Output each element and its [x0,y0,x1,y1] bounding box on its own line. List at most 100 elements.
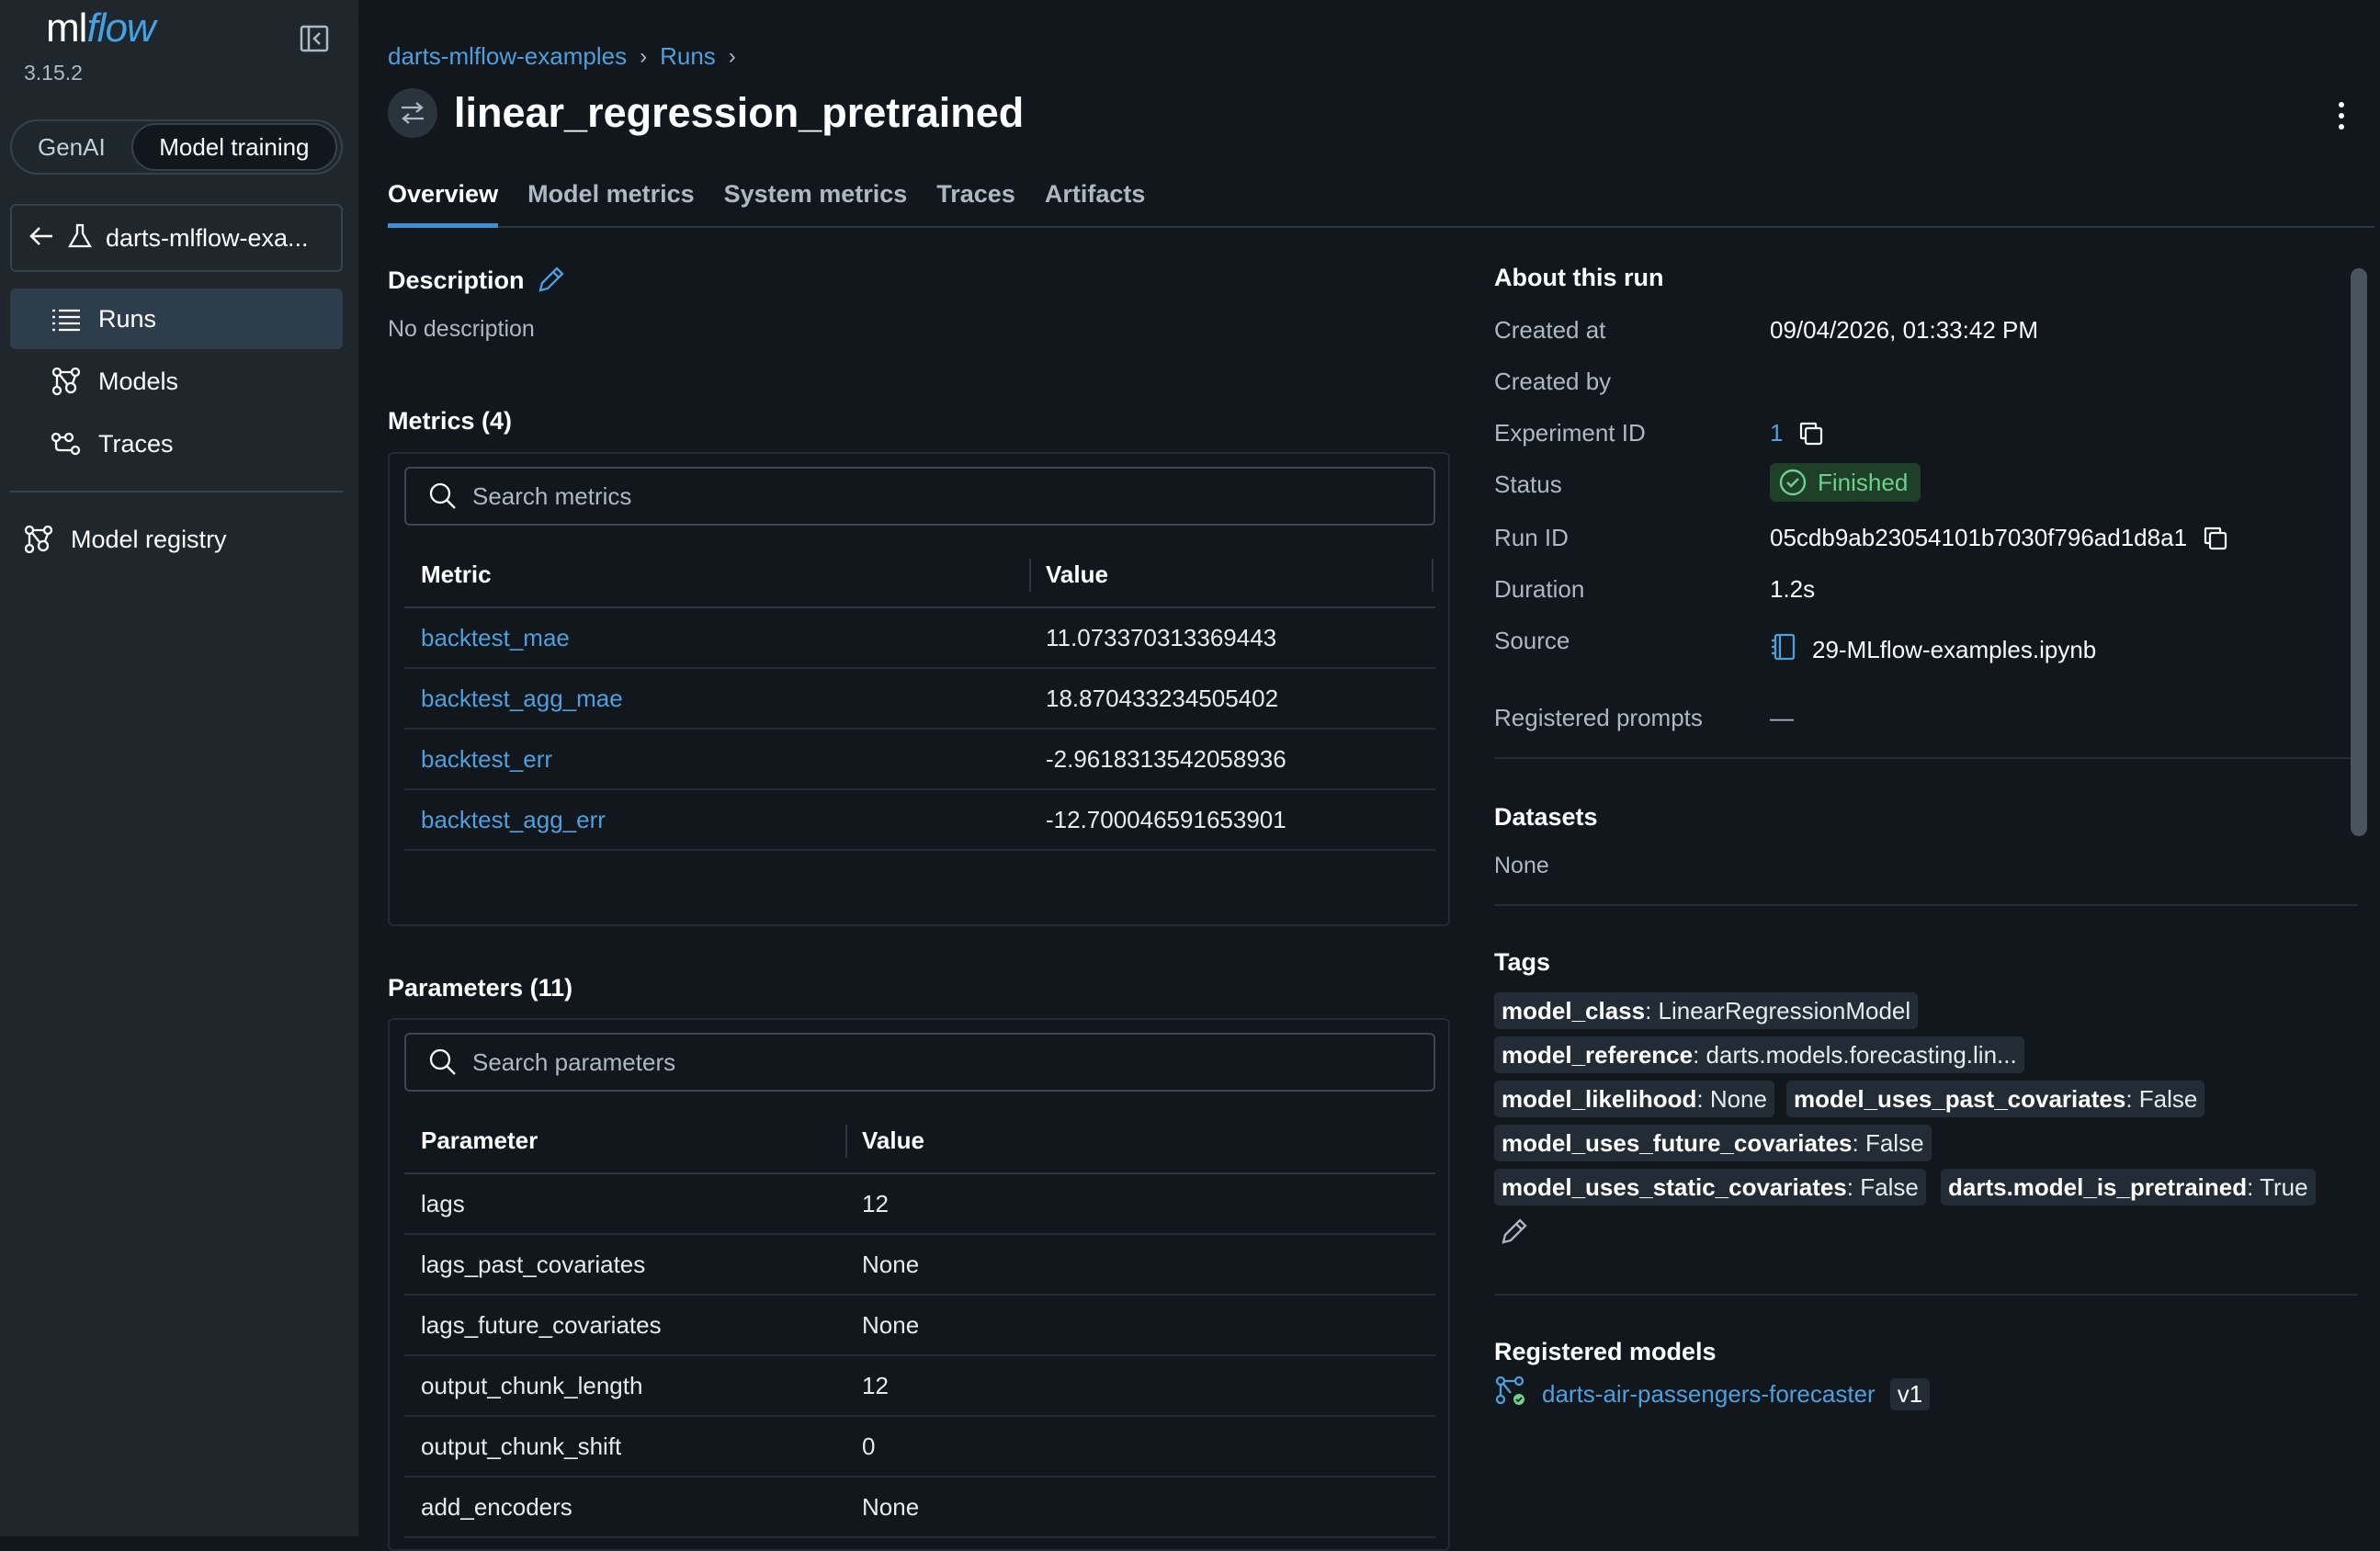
table-row: add_encoders None [404,1477,1435,1538]
section-divider [1494,904,2358,906]
column-divider[interactable] [1029,559,1031,592]
tab-artifacts[interactable]: Artifacts [1045,180,1146,228]
page-title: linear_regression_pretrained [454,89,1025,136]
collapse-sidebar-icon[interactable] [298,22,331,55]
metrics-table-header: Metric Value [404,542,1435,608]
created-at-value: 09/04/2026, 01:33:42 PM [1770,316,2039,344]
mlflow-logo[interactable]: mlflow [46,6,156,51]
nav-item-traces[interactable]: Traces [10,413,343,474]
chevron-right-icon: › [640,43,648,69]
tag-value: : LinearRegressionModel [1645,996,1911,1025]
tag-value: : False [1846,1172,1919,1201]
tag-chip[interactable]: darts.model_is_pretrained: True [1941,1169,2316,1206]
column-divider[interactable] [1432,559,1434,592]
title-row: linear_regression_pretrained [388,88,1024,138]
experiment-id-link[interactable]: 1 [1770,419,1783,447]
nav-item-runs[interactable]: Runs [10,289,343,349]
metric-value: -12.700046591653901 [1046,805,1286,833]
section-divider [1494,757,2358,759]
run-id-row: 05cdb9ab23054101b7030f796ad1d8a1 [1770,524,2229,552]
created-at-label: Created at [1494,316,1606,344]
registered-model-link[interactable]: darts-air-passengers-forecaster [1542,1380,1876,1409]
tag-chip[interactable]: model_class: LinearRegressionModel [1494,992,1919,1029]
column-header-value[interactable]: Value [845,1126,1435,1155]
column-header-value[interactable]: Value [1029,560,1435,589]
table-row: lags 12 [404,1174,1435,1235]
tag-key: model_likelihood [1502,1084,1697,1113]
status-row: Finished [1770,463,1921,502]
back-arrow-icon[interactable] [27,221,56,255]
metrics-panel: Search metrics Metric Value backtest_mae… [388,452,1450,926]
nav-label-runs: Runs [98,304,157,333]
tab-model-metrics[interactable]: Model metrics [527,180,695,228]
status-text: Finished [1818,468,1909,496]
list-icon [51,302,84,335]
main-content: darts-mlflow-examples › Runs › linear_re… [358,9,2380,1551]
breadcrumb-runs[interactable]: Runs [660,42,716,71]
experiment-id-row: 1 [1770,419,1825,447]
metric-link[interactable]: backtest_err [421,745,552,773]
search-metrics-input[interactable]: Search metrics [404,467,1435,526]
column-header-parameter[interactable]: Parameter [404,1126,845,1155]
tab-overview[interactable]: Overview [388,180,499,228]
sidebar-divider [10,491,343,492]
parameter-name: lags_past_covariates [421,1250,646,1278]
breadcrumb-experiment[interactable]: darts-mlflow-examples [388,42,627,71]
copy-icon[interactable] [2202,525,2229,552]
description-text: No description [388,316,535,342]
nav-item-models[interactable]: Models [10,351,343,412]
tag-key: model_uses_future_covariates [1502,1128,1853,1157]
nav-label-traces: Traces [98,429,174,458]
parameter-value: 12 [862,1189,889,1217]
parameter-name: lags_future_covariates [421,1310,662,1339]
tag-value: : False [1852,1128,1924,1157]
tag-chip[interactable]: model_uses_past_covariates: False [1786,1081,2205,1117]
column-header-metric[interactable]: Metric [404,560,1029,589]
more-options-icon[interactable] [2330,97,2352,134]
search-parameters-input[interactable]: Search parameters [404,1033,1435,1092]
created-by-label: Created by [1494,368,1612,395]
chevron-right-icon: › [728,43,736,69]
metric-value: 18.870433234505402 [1046,684,1279,712]
parameter-name: add_encoders [421,1492,572,1521]
metric-link[interactable]: backtest_mae [421,624,570,651]
parameters-title: Parameters (11) [388,974,573,1002]
tag-key: model_uses_past_covariates [1794,1084,2126,1113]
tags-title: Tags [1494,948,1551,976]
parameter-name: output_chunk_length [421,1371,643,1399]
source-label: Source [1494,627,1570,654]
parameters-panel: Search parameters Parameter Value lags 1… [388,1018,1450,1551]
duration-label: Duration [1494,575,1585,603]
tag-value: : False [2125,1084,2198,1113]
metric-link[interactable]: backtest_agg_err [421,806,606,833]
registered-model-row: darts-air-passengers-forecaster v1 [1494,1375,1931,1414]
tab-system-metrics[interactable]: System metrics [724,180,908,228]
search-metrics-placeholder: Search metrics [472,481,632,510]
source-value: 29-MLflow-examples.ipynb [1812,636,2097,663]
tag-chip[interactable]: model_reference: darts.models.forecastin… [1494,1036,2024,1073]
edit-description-icon[interactable] [535,265,566,300]
model-version-badge[interactable]: v1 [1889,1378,1931,1410]
models-icon [51,365,84,398]
column-divider[interactable] [845,1125,847,1158]
traces-icon [51,427,84,460]
tag-chip[interactable]: model_likelihood: None [1494,1081,1774,1117]
source-row[interactable]: 29-MLflow-examples.ipynb [1770,632,2096,668]
experiment-selector[interactable]: darts-mlflow-exa... [10,204,343,272]
metric-link[interactable]: backtest_agg_mae [421,685,623,712]
nav-item-model-registry[interactable]: Model registry [10,509,343,570]
flask-icon [67,222,93,255]
segment-genai[interactable]: GenAI [16,123,128,171]
registered-models-title: Registered models [1494,1338,1717,1365]
copy-icon[interactable] [1797,420,1825,447]
tag-chip[interactable]: model_uses_future_covariates: False [1494,1125,1932,1161]
registered-prompts-value: — [1770,704,1794,731]
nav-label-model-registry: Model registry [71,525,227,553]
parameters-table-header: Parameter Value [404,1108,1435,1174]
parameter-name: output_chunk_shift [421,1432,622,1460]
scrollbar[interactable] [2351,268,2367,836]
segment-model-training[interactable]: Model training [130,123,337,171]
tab-traces[interactable]: Traces [936,180,1015,228]
tag-chip[interactable]: model_uses_static_covariates: False [1494,1169,1926,1206]
edit-tags-icon[interactable] [1498,1217,1529,1252]
